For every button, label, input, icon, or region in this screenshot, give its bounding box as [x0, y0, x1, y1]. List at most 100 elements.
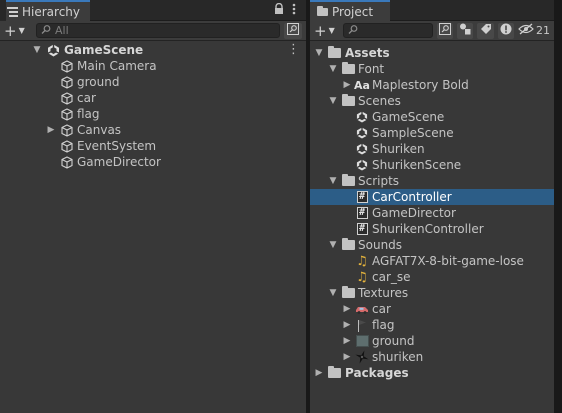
csharp-script-icon: #: [355, 189, 369, 205]
folder-row-packages[interactable]: ▶ Packages: [310, 365, 554, 381]
inspector-tab-strip: [0, 0, 6, 21]
expand-arrow-icon[interactable]: ▶: [342, 333, 352, 349]
gameobject-label: ground: [77, 75, 120, 89]
add-button[interactable]: + ▼: [4, 22, 32, 40]
scene-row[interactable]: ▼ GameScene ⋮: [0, 42, 306, 58]
scene-menu-icon[interactable]: ⋮: [287, 42, 300, 58]
asset-row[interactable]: ▶ car: [310, 301, 554, 317]
search-mode-button[interactable]: [436, 22, 454, 39]
eye-slash-icon: [518, 23, 534, 38]
hidden-packages-count: 21: [536, 24, 551, 37]
expand-arrow-icon[interactable]: ▼: [328, 237, 338, 253]
ground-sprite-icon: [355, 333, 369, 349]
expand-arrow-icon[interactable]: ▼: [328, 61, 338, 77]
gameobject-row[interactable]: ▶ Canvas: [0, 122, 306, 138]
lock-icon[interactable]: [274, 2, 284, 18]
folder-row-textures[interactable]: ▼ Textures: [310, 285, 554, 301]
gameobject-row[interactable]: Main Camera: [0, 58, 306, 74]
tab-hierarchy-label: Hierarchy: [22, 4, 81, 19]
asset-row[interactable]: GameScene: [310, 109, 554, 125]
project-toolbar: + ▼ 21: [310, 21, 554, 41]
asset-row[interactable]: ▶ shuriken: [310, 349, 554, 365]
expand-arrow-icon[interactable]: ▼: [314, 45, 324, 61]
search-mode-button[interactable]: [284, 22, 302, 39]
gameobject-row[interactable]: GameDirector: [0, 154, 306, 170]
filter-log-button[interactable]: [497, 22, 515, 39]
filter-type-button[interactable]: [457, 22, 474, 39]
unity-logo-icon: [355, 125, 369, 141]
expand-arrow-icon[interactable]: ▼: [328, 93, 338, 109]
asset-label: GameScene: [372, 110, 445, 124]
expand-arrow-icon[interactable]: ▶: [314, 365, 324, 381]
hierarchy-panel: Hierarchy + ▼ All ▼ GameScene ⋮ Main Cam…: [0, 0, 306, 413]
panel-menu-icon[interactable]: [292, 3, 296, 18]
folder-icon: [341, 173, 355, 189]
gameobject-row[interactable]: flag: [0, 106, 306, 122]
cube-icon: [60, 74, 74, 90]
gameobject-row[interactable]: EventSystem: [0, 138, 306, 154]
gameobject-label: Canvas: [77, 123, 122, 137]
expand-arrow-icon[interactable]: ▶: [342, 317, 352, 333]
tab-project[interactable]: Project: [310, 0, 390, 21]
folder-icon: [341, 93, 355, 109]
expand-arrow-icon[interactable]: ▶: [342, 301, 352, 317]
folder-label: Packages: [345, 366, 409, 380]
csharp-script-icon: #: [355, 221, 369, 237]
asset-label: car_se: [372, 270, 411, 284]
project-panel: Project + ▼ 21 ▼ Assets ▼ Font ▶ Aa Mapl…: [310, 0, 554, 413]
folder-label: Textures: [358, 286, 409, 300]
filter-label-button[interactable]: [477, 22, 494, 39]
hierarchy-tab-strip: Hierarchy: [0, 0, 306, 21]
search-icon: [41, 24, 51, 37]
folder-label: Font: [358, 62, 385, 76]
hierarchy-search-input[interactable]: All: [36, 23, 280, 38]
cube-icon: [60, 138, 74, 154]
folder-row-assets[interactable]: ▼ Assets: [310, 45, 554, 61]
add-button[interactable]: + ▼: [314, 22, 339, 40]
expand-arrow-icon[interactable]: ▶: [46, 122, 56, 138]
project-search-input[interactable]: [343, 23, 433, 38]
expand-arrow-icon[interactable]: ▼: [328, 285, 338, 301]
gameobject-label: EventSystem: [77, 139, 157, 153]
folder-label: Scripts: [358, 174, 400, 188]
asset-row[interactable]: ♫ car_se: [310, 269, 554, 285]
asset-row-selected[interactable]: # CarController: [310, 189, 554, 205]
asset-label: car: [372, 302, 391, 316]
hidden-packages-toggle[interactable]: 21: [518, 23, 550, 38]
asset-row[interactable]: # GameDirector: [310, 205, 554, 221]
expand-arrow-icon[interactable]: ▶: [342, 349, 352, 365]
expand-arrow-icon[interactable]: ▶: [342, 77, 352, 93]
font-asset-icon: Aa: [354, 78, 370, 92]
asset-row[interactable]: # ShurikenController: [310, 221, 554, 237]
asset-label: flag: [372, 318, 395, 332]
folder-row-scripts[interactable]: ▼ Scripts: [310, 173, 554, 189]
asset-label: AGFAT7X-8-bit-game-lose: [372, 254, 524, 268]
folder-icon: [327, 45, 341, 61]
scene-label: GameScene: [64, 43, 144, 57]
asset-row[interactable]: ShurikenScene: [310, 157, 554, 173]
car-sprite-icon: [355, 301, 369, 317]
asset-row[interactable]: ▶ flag: [310, 317, 554, 333]
expand-arrow-icon[interactable]: ▼: [328, 173, 338, 189]
folder-row-sounds[interactable]: ▼ Sounds: [310, 237, 554, 253]
audio-note-icon: ♫: [356, 269, 368, 285]
cube-icon: [60, 122, 74, 138]
folder-row-font[interactable]: ▼ Font: [310, 61, 554, 77]
asset-row[interactable]: ▶ Aa Maplestory Bold: [310, 77, 554, 93]
project-tree: ▼ Assets ▼ Font ▶ Aa Maplestory Bold ▼ S…: [310, 45, 554, 381]
folder-row-scenes[interactable]: ▼ Scenes: [310, 93, 554, 109]
gameobject-row[interactable]: car: [0, 90, 306, 106]
folder-icon: [341, 237, 355, 253]
tab-hierarchy[interactable]: Hierarchy: [0, 0, 90, 21]
gameobject-row[interactable]: ground: [0, 74, 306, 90]
warning-circle-icon: [500, 23, 512, 38]
list-icon: [6, 6, 18, 18]
asset-row[interactable]: ♫ AGFAT7X-8-bit-game-lose: [310, 253, 554, 269]
asset-row[interactable]: SampleScene: [310, 125, 554, 141]
unity-logo-icon: [46, 42, 60, 58]
asset-row[interactable]: Shuriken: [310, 141, 554, 157]
folder-icon: [327, 365, 341, 381]
asset-row[interactable]: ▶ ground: [310, 333, 554, 349]
expand-arrow-icon[interactable]: ▼: [32, 42, 42, 58]
search-icon: [348, 24, 358, 37]
